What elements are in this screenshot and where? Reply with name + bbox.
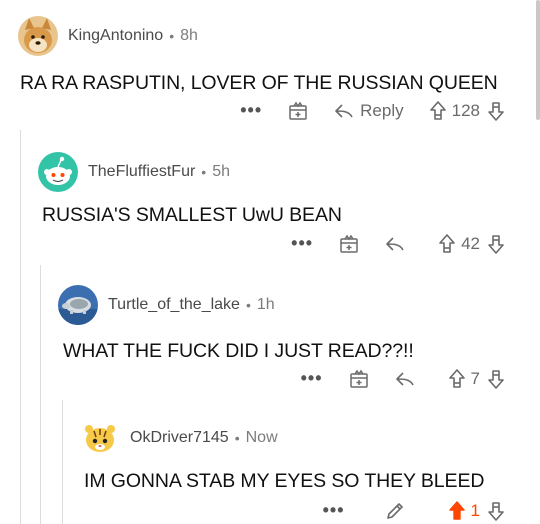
- comment-text: RA RA RASPUTIN, LOVER OF THE RUSSIAN QUE…: [20, 72, 498, 94]
- score: 42: [461, 233, 480, 253]
- doge-avatar-icon: [18, 16, 58, 56]
- username[interactable]: OkDriver7145: [130, 429, 229, 447]
- upvote-icon[interactable]: [439, 233, 455, 254]
- more-options-button[interactable]: •••: [323, 500, 345, 521]
- score: 1: [470, 500, 480, 520]
- downvote-icon[interactable]: [488, 369, 504, 389]
- thread-line-3: [62, 400, 63, 524]
- reply-arrow-icon: [386, 236, 404, 251]
- comment-text: WHAT THE FUCK DID I JUST READ??!!: [63, 340, 414, 362]
- timestamp: 5h: [212, 163, 230, 180]
- tiger-snoo-avatar-icon: [80, 418, 120, 458]
- more-options-button[interactable]: •••: [240, 100, 262, 121]
- vote-controls: 1: [448, 500, 504, 521]
- vote-controls: 128: [429, 100, 504, 121]
- gift-icon: [349, 369, 368, 388]
- thread-line-1: [20, 130, 21, 524]
- score: 7: [470, 368, 480, 388]
- vote-controls: 42: [439, 234, 504, 254]
- avatar[interactable]: [58, 285, 98, 325]
- username[interactable]: Turtle_of_the_lake: [108, 296, 240, 314]
- thread-line-2: [40, 265, 41, 524]
- more-options-button[interactable]: •••: [301, 368, 323, 389]
- award-button[interactable]: [349, 369, 369, 389]
- separator-dot: •: [201, 164, 207, 180]
- pencil-icon: [386, 502, 403, 519]
- reply-button[interactable]: [395, 370, 415, 388]
- avatar[interactable]: [80, 418, 120, 458]
- vote-controls: 7: [448, 368, 504, 389]
- separator-dot: •: [245, 297, 251, 313]
- award-button[interactable]: [339, 234, 359, 254]
- timestamp: 8h: [180, 27, 198, 44]
- upvote-icon[interactable]: [448, 368, 465, 389]
- award-button[interactable]: [288, 101, 308, 121]
- separator-dot: •: [234, 430, 240, 446]
- gift-icon: [289, 101, 307, 120]
- gift-icon: [340, 234, 358, 253]
- downvote-icon[interactable]: [488, 234, 504, 254]
- upvote-icon[interactable]: [429, 100, 446, 121]
- comment-text: RUSSIA'S SMALLEST UwU BEAN: [42, 204, 342, 226]
- upvote-active-icon[interactable]: [448, 500, 465, 521]
- edit-button[interactable]: [385, 501, 405, 521]
- timestamp: 1h: [256, 296, 275, 313]
- snoo-avatar-icon: [38, 152, 78, 192]
- reply-button[interactable]: [385, 235, 405, 253]
- username[interactable]: KingAntonino: [68, 27, 163, 45]
- reply-arrow-icon: [335, 103, 353, 118]
- more-options-button[interactable]: •••: [291, 233, 313, 254]
- avatar[interactable]: [38, 152, 78, 192]
- timestamp: Now: [245, 429, 278, 446]
- avatar[interactable]: [18, 16, 58, 56]
- score: 128: [451, 100, 480, 120]
- username[interactable]: TheFluffiestFur: [88, 163, 195, 181]
- reply-arrow-icon: [395, 371, 414, 386]
- separator-dot: •: [169, 28, 175, 44]
- downvote-icon[interactable]: [488, 101, 504, 121]
- turtle-avatar-icon: [58, 285, 98, 325]
- reply-button[interactable]: Reply: [334, 100, 404, 121]
- downvote-icon[interactable]: [488, 501, 504, 521]
- reply-label: Reply: [360, 100, 404, 120]
- scrollbar[interactable]: [536, 0, 540, 120]
- comment-text: IM GONNA STAB MY EYES SO THEY BLEED: [84, 470, 485, 492]
